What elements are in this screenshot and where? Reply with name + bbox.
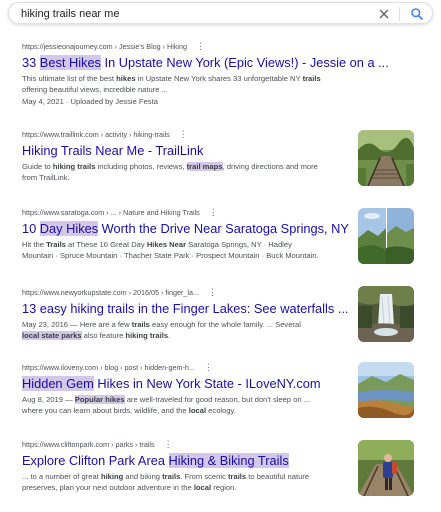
- result-url[interactable]: https://www.traillink.com › activity › h…: [22, 128, 352, 140]
- waterfall-thumbnail[interactable]: [358, 286, 414, 342]
- mountain-view-thumbnail[interactable]: [358, 208, 414, 264]
- result-snippet: Aug 8, 2019 — Popular hikes are well-tra…: [22, 395, 311, 416]
- hiker-bridge-thumbnail[interactable]: [358, 440, 414, 496]
- search-bar: [8, 2, 433, 24]
- result-snippet: Guide to hiking trails including photos,…: [22, 162, 318, 183]
- search-input[interactable]: [21, 6, 361, 22]
- result-url[interactable]: https://www.cliftonpark.com › parks › tr…: [22, 438, 352, 450]
- more-vert-icon[interactable]: ⋮: [196, 41, 205, 51]
- result-title[interactable]: 10 Day Hikes Worth the Drive Near Sarato…: [22, 220, 352, 238]
- result-url[interactable]: https://www.newyorkupstate.com › 2016/05…: [22, 286, 352, 298]
- result-url[interactable]: https://jessieonajourney.com › Jessie's …: [22, 40, 432, 52]
- search-result: https://jessieonajourney.com › Jessie's …: [22, 40, 432, 107]
- search-result: https://www.saratoga.com › ... › Nature …: [22, 206, 352, 262]
- result-url[interactable]: https://www.iloveny.com › blog › post › …: [22, 361, 352, 373]
- close-icon[interactable]: [377, 7, 391, 21]
- more-vert-icon[interactable]: ⋮: [179, 129, 188, 139]
- search-icon[interactable]: [409, 6, 425, 22]
- result-snippet: ... to a number of great hiking and biki…: [22, 472, 310, 493]
- result-url[interactable]: https://www.saratoga.com › ... › Nature …: [22, 206, 352, 218]
- search-result: https://www.newyorkupstate.com › 2016/05…: [22, 286, 352, 342]
- result-snippet: Hit the Trails at These 10 Great Day Hik…: [22, 240, 319, 261]
- more-vert-icon[interactable]: ⋮: [208, 287, 217, 297]
- search-result: https://www.cliftonpark.com › parks › tr…: [22, 438, 352, 494]
- more-vert-icon[interactable]: ⋮: [164, 439, 173, 449]
- result-title[interactable]: 13 easy hiking trails in the Finger Lake…: [22, 300, 352, 318]
- search-result: https://www.traillink.com › activity › h…: [22, 128, 352, 184]
- result-snippet: This ultimate list of the best hikes in …: [22, 74, 321, 106]
- result-title[interactable]: Explore Clifton Park Area Hiking & Bikin…: [22, 452, 352, 470]
- search-result: https://www.iloveny.com › blog › post › …: [22, 361, 352, 417]
- lake-valley-thumbnail[interactable]: [358, 362, 414, 418]
- result-title[interactable]: 33 Best Hikes In Upstate New York (Epic …: [22, 54, 432, 72]
- more-vert-icon[interactable]: ⋮: [209, 207, 218, 217]
- result-snippet: May 23, 2016 — Here are a few trails eas…: [22, 320, 301, 341]
- bridge-trail-thumbnail[interactable]: [358, 130, 414, 186]
- more-vert-icon[interactable]: ⋮: [204, 362, 213, 372]
- search-divider: [399, 7, 400, 21]
- result-title[interactable]: Hiking Trails Near Me - TrailLink: [22, 142, 352, 160]
- result-title[interactable]: Hidden Gem Hikes in New York State - ILo…: [22, 375, 352, 393]
